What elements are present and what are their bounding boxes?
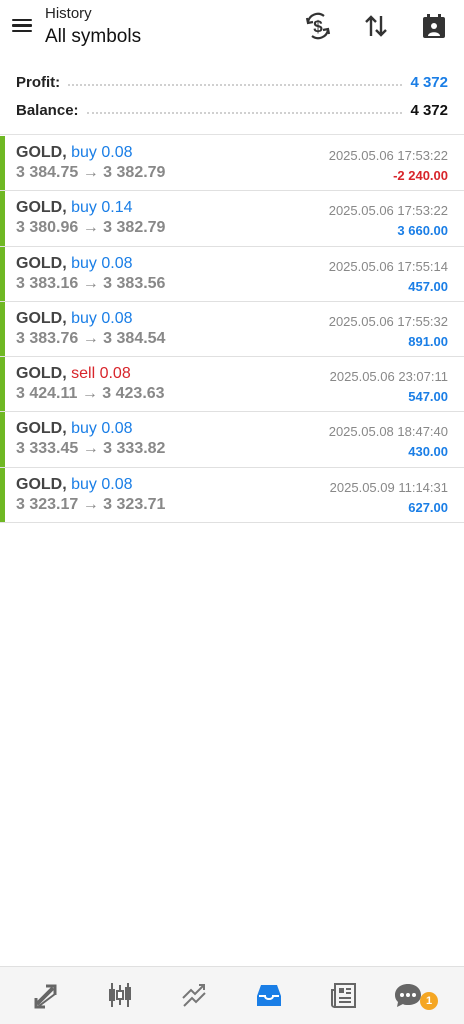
deal-profit: 891.00: [408, 333, 448, 349]
deal-prices: 3 384.75 → 3 382.79: [16, 164, 166, 181]
deal-time: 2025.05.09 11:14:31: [329, 479, 448, 495]
currency-exchange-icon[interactable]: $: [302, 10, 334, 42]
deal-profit: -2 240.00: [393, 168, 448, 183]
app-header: History All symbols $: [0, 0, 464, 56]
deal-indicator: [0, 301, 5, 357]
deals-list: GOLD, buy 0.08 3 384.75 → 3 382.79 2025.…: [0, 136, 464, 524]
bottom-navigation: 1: [0, 966, 464, 1024]
deal-row[interactable]: GOLD, buy 0.08 3 333.45 → 3 333.82 2025.…: [0, 412, 464, 468]
deal-row[interactable]: GOLD, sell 0.08 3 424.11 → 3 423.63 2025…: [0, 357, 464, 413]
deal-time: 2025.05.08 18:47:40: [328, 424, 448, 440]
deal-symbol: GOLD,: [16, 309, 67, 327]
history-icon[interactable]: [249, 977, 289, 1013]
deal-indicator: [0, 357, 5, 412]
deal-prices: 3 383.16 → 3 383.56: [16, 274, 166, 292]
deal-profit: 430.00: [408, 444, 448, 460]
deal-prices: 3 323.17 → 3 323.71: [16, 495, 166, 513]
deal-row[interactable]: GOLD, buy 0.08 3 323.17 → 3 323.71 2025.…: [0, 467, 464, 524]
deal-indicator: [0, 191, 5, 246]
deal-time: 2025.05.06 17:53:22: [328, 203, 448, 219]
deal-indicator: [0, 246, 5, 301]
balance-value: 4 372: [410, 101, 448, 119]
deal-profit: 457.00: [408, 278, 448, 294]
svg-text:$: $: [313, 17, 323, 36]
deal-profit: 3 660.00: [397, 223, 448, 239]
deal-side: buy 0.08: [71, 475, 133, 493]
deal-row[interactable]: GOLD, buy 0.14 3 380.96 → 3 382.79 2025.…: [0, 191, 464, 247]
deal-symbol: GOLD,: [16, 254, 67, 272]
deal-indicator: [0, 412, 5, 467]
deal-indicator: [0, 467, 5, 523]
deal-symbol: GOLD,: [16, 144, 67, 161]
chat-badge: 1: [420, 992, 438, 1010]
page-title[interactable]: All symbols: [45, 26, 141, 48]
sort-icon[interactable]: [360, 10, 392, 42]
deal-time: 2025.05.06 17:53:22: [328, 148, 448, 163]
trade-icon[interactable]: [174, 977, 214, 1013]
header-subtitle: History: [45, 5, 92, 22]
deal-row[interactable]: GOLD, buy 0.08 3 383.16 → 3 383.56 2025.…: [0, 246, 464, 302]
deal-row[interactable]: GOLD, buy 0.08 3 383.76 → 3 384.54 2025.…: [0, 301, 464, 358]
quotes-icon[interactable]: [26, 977, 66, 1013]
profit-value: 4 372: [410, 73, 448, 91]
deal-side: buy 0.08: [71, 254, 133, 272]
deal-time: 2025.05.06 17:55:32: [328, 313, 448, 329]
account-summary: Profit: 4 372 Balance: 4 372: [0, 64, 464, 134]
profit-label: Profit:: [16, 73, 61, 91]
deal-side: sell 0.08: [71, 365, 131, 383]
deal-symbol: GOLD,: [16, 199, 67, 217]
deal-symbol: GOLD,: [16, 420, 67, 438]
chart-icon[interactable]: [100, 977, 140, 1013]
dotted-leader: [68, 84, 403, 86]
deal-row[interactable]: GOLD, buy 0.08 3 384.75 → 3 382.79 2025.…: [0, 136, 464, 192]
deal-side: buy 0.08: [71, 144, 133, 161]
deal-symbol: GOLD,: [16, 475, 67, 493]
deal-side: buy 0.14: [71, 199, 133, 217]
divider: [0, 134, 464, 135]
deal-profit: 627.00: [408, 499, 448, 515]
deal-time: 2025.05.06 17:55:14: [328, 258, 448, 274]
deal-profit: 547.00: [408, 389, 448, 405]
menu-icon[interactable]: [12, 16, 34, 36]
deal-side: buy 0.08: [71, 420, 133, 438]
deal-prices: 3 424.11 → 3 423.63: [16, 385, 165, 403]
deal-time: 2025.05.06 23:07:11: [329, 369, 448, 385]
deal-indicator: [0, 136, 5, 191]
deal-symbol: GOLD,: [16, 365, 67, 383]
deal-side: buy 0.08: [71, 309, 133, 327]
deal-prices: 3 383.76 → 3 384.54: [16, 329, 166, 347]
deal-prices: 3 333.45 → 3 333.82: [16, 440, 166, 458]
deal-prices: 3 380.96 → 3 382.79: [16, 219, 166, 237]
news-icon[interactable]: [324, 977, 364, 1013]
profit-row: Profit: 4 372: [16, 70, 448, 94]
balance-row: Balance: 4 372: [16, 98, 448, 122]
balance-label: Balance:: [16, 101, 79, 119]
calendar-icon[interactable]: [418, 10, 450, 42]
dotted-leader: [86, 112, 403, 114]
